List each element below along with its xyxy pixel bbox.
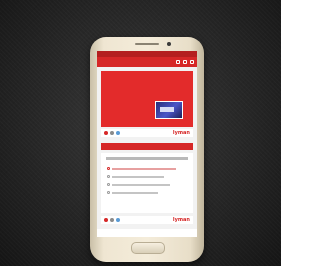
- brand-logo-text: lyman: [172, 130, 190, 136]
- footer-icons: [104, 218, 120, 222]
- answer-option[interactable]: [107, 175, 164, 178]
- card-footer: lyman: [101, 129, 193, 137]
- question-text: [106, 157, 188, 160]
- answer-option[interactable]: [107, 183, 170, 186]
- share-icon[interactable]: [183, 60, 187, 64]
- answer-option-text: [112, 191, 158, 194]
- answer-option-text: [112, 183, 170, 186]
- menu-icon[interactable]: [190, 60, 194, 64]
- front-camera: [167, 42, 171, 46]
- footer-icons: [104, 131, 120, 135]
- author-icon: [104, 218, 108, 222]
- author-icon: [104, 131, 108, 135]
- brand-logo-text: lyman: [172, 217, 190, 223]
- comment-icon[interactable]: [116, 131, 120, 135]
- answer-option-text: [112, 167, 176, 170]
- answer-option-text: [112, 175, 164, 178]
- home-button[interactable]: [131, 242, 165, 254]
- toolbar-icons: [176, 60, 194, 64]
- card-footer: lyman: [101, 216, 193, 224]
- radio-icon[interactable]: [107, 167, 110, 170]
- edit-icon[interactable]: [176, 60, 180, 64]
- radio-icon[interactable]: [107, 191, 110, 194]
- smartphone: lyman lyman: [90, 37, 204, 262]
- promo-image-detail: [160, 107, 174, 112]
- bottom-nav-bar: [97, 229, 197, 237]
- radio-icon[interactable]: [107, 183, 110, 186]
- photo-scene: lyman lyman: [0, 0, 281, 266]
- answer-option[interactable]: [107, 167, 176, 170]
- like-icon[interactable]: [110, 131, 114, 135]
- answer-option[interactable]: [107, 191, 158, 194]
- comment-icon[interactable]: [116, 218, 120, 222]
- like-icon[interactable]: [110, 218, 114, 222]
- promo-image-icon: [155, 101, 183, 119]
- question-card: [101, 153, 193, 213]
- earpiece-speaker: [135, 43, 159, 45]
- section-header: [101, 143, 193, 150]
- app-toolbar: [97, 57, 197, 67]
- quiz-cover-card[interactable]: [101, 71, 193, 127]
- radio-icon[interactable]: [107, 175, 110, 178]
- phone-screen: lyman lyman: [97, 51, 197, 237]
